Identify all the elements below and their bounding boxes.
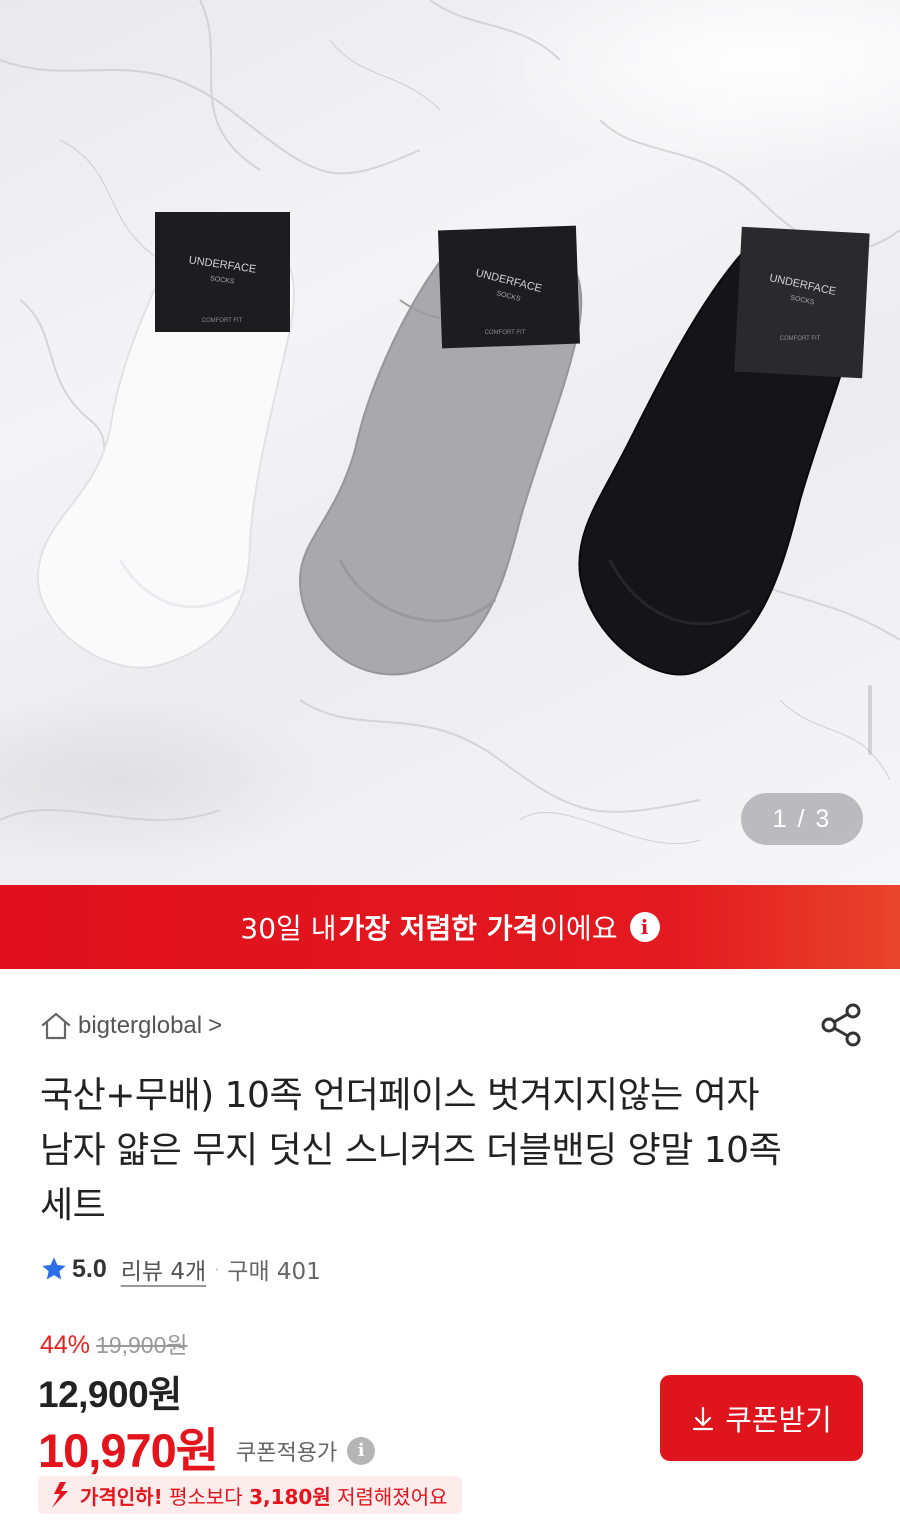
svg-text:COMFORT FIT: COMFORT FIT	[202, 318, 243, 324]
info-icon[interactable]: i	[347, 1436, 376, 1465]
get-coupon-label: 쿠폰받기	[725, 1403, 832, 1437]
coupon-price-row: 10,970원 쿠폰적용가 i	[38, 1412, 376, 1481]
chevron-right-icon: >	[208, 1012, 223, 1039]
price-drop-text-pre: 평소보다	[162, 1484, 250, 1509]
price-drop-strong: 가격인하!	[80, 1484, 163, 1509]
home-icon	[41, 1012, 71, 1040]
price-drop-badge: 가격인하! 평소보다 3,180원 저렴해졌어요	[38, 1476, 462, 1514]
gallery-scroll-hint	[868, 685, 872, 755]
svg-text:COMFORT FIT: COMFORT FIT	[780, 336, 821, 342]
price-drop-amount: 3,180원	[249, 1484, 331, 1509]
banner-text-pre: 30일 내	[240, 912, 337, 945]
purchase-count: 구매 401	[227, 1259, 321, 1285]
original-price: 19,900원	[96, 1332, 188, 1358]
product-title: 국산+무배) 10족 언더페이스 벗겨지지않는 여자 남자 얇은 무지 덧신 스…	[40, 1075, 782, 1226]
rating-row: 5.0 리뷰 4개 · 구매 401	[40, 1252, 321, 1286]
discount-rate: 44%	[40, 1331, 91, 1359]
coupon-price-label: 쿠폰적용가	[236, 1440, 338, 1466]
product-image-gallery[interactable]: UNDERFACE SOCKS COMFORT FIT UNDERFACE SO…	[0, 0, 900, 885]
star-icon	[42, 1257, 66, 1280]
coupon-price: 10,970원	[38, 1424, 219, 1477]
download-icon	[693, 1406, 714, 1431]
svg-text:COMFORT FIT: COMFORT FIT	[485, 330, 526, 336]
info-icon[interactable]: i	[629, 912, 660, 942]
get-coupon-button[interactable]: 쿠폰받기	[660, 1375, 863, 1461]
lowest-price-banner[interactable]: 30일 내 가장 저렴한 가격 이에요 i	[0, 885, 900, 969]
current-price: 12,900원	[38, 1374, 182, 1415]
store-link[interactable]: bigterglobal >	[40, 1008, 222, 1044]
price-down-arrow-icon	[52, 1482, 68, 1508]
share-icon[interactable]	[820, 1002, 864, 1048]
banner-text-post: 이에요	[540, 912, 618, 945]
store-name: bigterglobal	[78, 1012, 203, 1039]
banner-text-strong: 가장 저렴한 가격	[338, 912, 539, 945]
discount-row: 44% 19,900원	[40, 1326, 188, 1360]
rating-separator: ·	[214, 1259, 220, 1279]
review-count-link[interactable]: 리뷰 4개	[121, 1252, 206, 1286]
gallery-page-indicator: 1 / 3	[741, 793, 863, 845]
price-drop-text-post: 저렴해졌어요	[330, 1484, 448, 1509]
marble-background: UNDERFACE SOCKS COMFORT FIT UNDERFACE SO…	[0, 0, 900, 845]
rating-score: 5.0	[72, 1254, 107, 1283]
